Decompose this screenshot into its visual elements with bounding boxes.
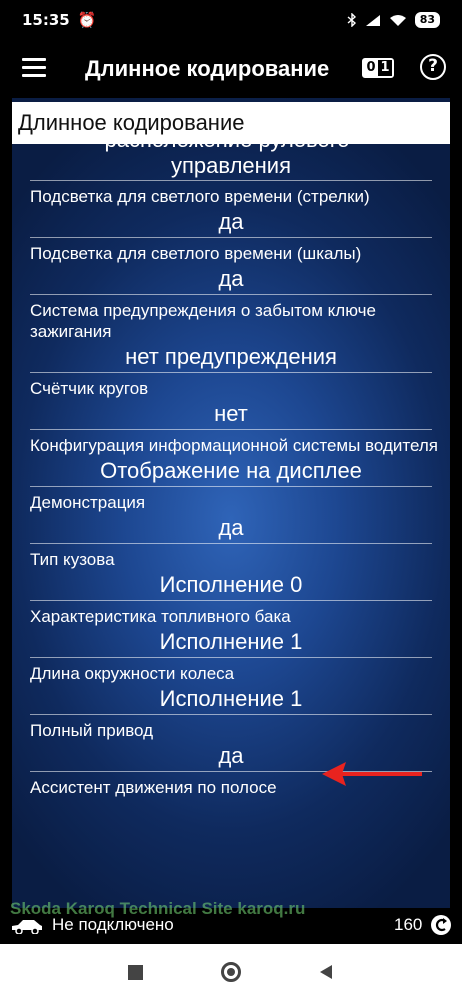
bluetooth-icon xyxy=(347,13,356,27)
toggle-one[interactable]: 1 xyxy=(378,60,392,76)
coding-item-label: Полный привод xyxy=(30,721,154,740)
coding-list-item[interactable]: Счётчик кругов нет xyxy=(12,373,450,429)
recents-button[interactable] xyxy=(128,965,143,980)
coding-list-item[interactable]: Подсветка для светлого времени (стрелки)… xyxy=(12,181,450,237)
coding-item-label: Длина окружности колеса xyxy=(30,664,235,683)
section-title: Длинное кодирование xyxy=(12,102,450,144)
toggle-zero[interactable]: 0 xyxy=(364,60,378,76)
menu-icon[interactable] xyxy=(22,58,46,78)
coding-list-item[interactable]: Тип кузова Исполнение 0 xyxy=(12,544,450,600)
signal-icon xyxy=(365,14,380,26)
coding-list-item[interactable]: Система предупреждения о забытом ключе з… xyxy=(12,295,450,372)
app-header: Длинное кодирование 0 1 ? xyxy=(0,40,462,98)
coding-list: расположение рулевогоуправленияПодсветка… xyxy=(12,128,450,798)
home-button[interactable] xyxy=(221,962,241,982)
counter: 160 xyxy=(394,915,423,934)
coding-item-value: Исполнение 1 xyxy=(159,686,303,711)
wifi-icon xyxy=(389,14,406,26)
status-icons: 83 xyxy=(347,12,440,28)
car-icon xyxy=(12,920,42,934)
coding-item-label: Счётчик кругов xyxy=(30,379,149,398)
page-title: Длинное кодирование xyxy=(85,56,330,81)
refresh-icon[interactable] xyxy=(430,914,452,936)
coding-item-label: Конфигурация информационной системы води… xyxy=(30,436,438,455)
coding-item-label: Тип кузова xyxy=(30,550,115,569)
connection-status: Не подключено xyxy=(52,915,174,934)
coding-item-label: Система предупреждения о забытом ключе з… xyxy=(30,301,376,341)
status-bar: 15:35 ⏰ 83 xyxy=(0,0,462,40)
system-nav-bar xyxy=(0,944,462,1000)
coding-list-item[interactable]: Характеристика топливного бака Исполнение… xyxy=(12,601,450,657)
coding-item-value: нет предупреждения xyxy=(125,344,337,369)
red-arrow-annotation xyxy=(322,762,422,786)
coding-item-value: Отображение на дисплее xyxy=(100,458,362,483)
coding-item-value: управления xyxy=(171,153,291,178)
coding-item-value: Исполнение 0 xyxy=(159,572,303,597)
alarm-icon: ⏰ xyxy=(77,11,97,29)
battery-indicator: 83 xyxy=(414,12,440,28)
coding-item-value: да xyxy=(218,209,244,234)
coding-list-item[interactable]: Конфигурация информационной системы води… xyxy=(12,430,450,486)
coding-item-value: нет xyxy=(214,401,248,426)
coding-item-label: Демонстрация xyxy=(30,493,146,512)
coding-item-value: да xyxy=(218,266,244,291)
coding-item-label: Подсветка для светлого времени (шкалы) xyxy=(30,244,362,263)
coding-list-item[interactable]: Подсветка для светлого времени (шкалы) да xyxy=(12,238,450,294)
coding-item-value: да xyxy=(218,515,244,540)
clock: 15:35 xyxy=(22,11,70,29)
back-button[interactable] xyxy=(318,964,334,980)
binary-toggle[interactable]: 0 1 xyxy=(362,58,394,78)
coding-item-label: Характеристика топливного бака xyxy=(30,607,291,626)
connection-status-bar: Не подключено Skoda Karoq Technical Site… xyxy=(0,900,462,944)
coding-list-item[interactable]: Длина окружности колеса Исполнение 1 xyxy=(12,658,450,714)
coding-item-value: Исполнение 1 xyxy=(159,629,303,654)
coding-list-item[interactable]: Демонстрация да xyxy=(12,487,450,543)
coding-item-label: Подсветка для светлого времени (стрелки) xyxy=(30,187,370,206)
help-button[interactable]: ? xyxy=(420,54,446,80)
